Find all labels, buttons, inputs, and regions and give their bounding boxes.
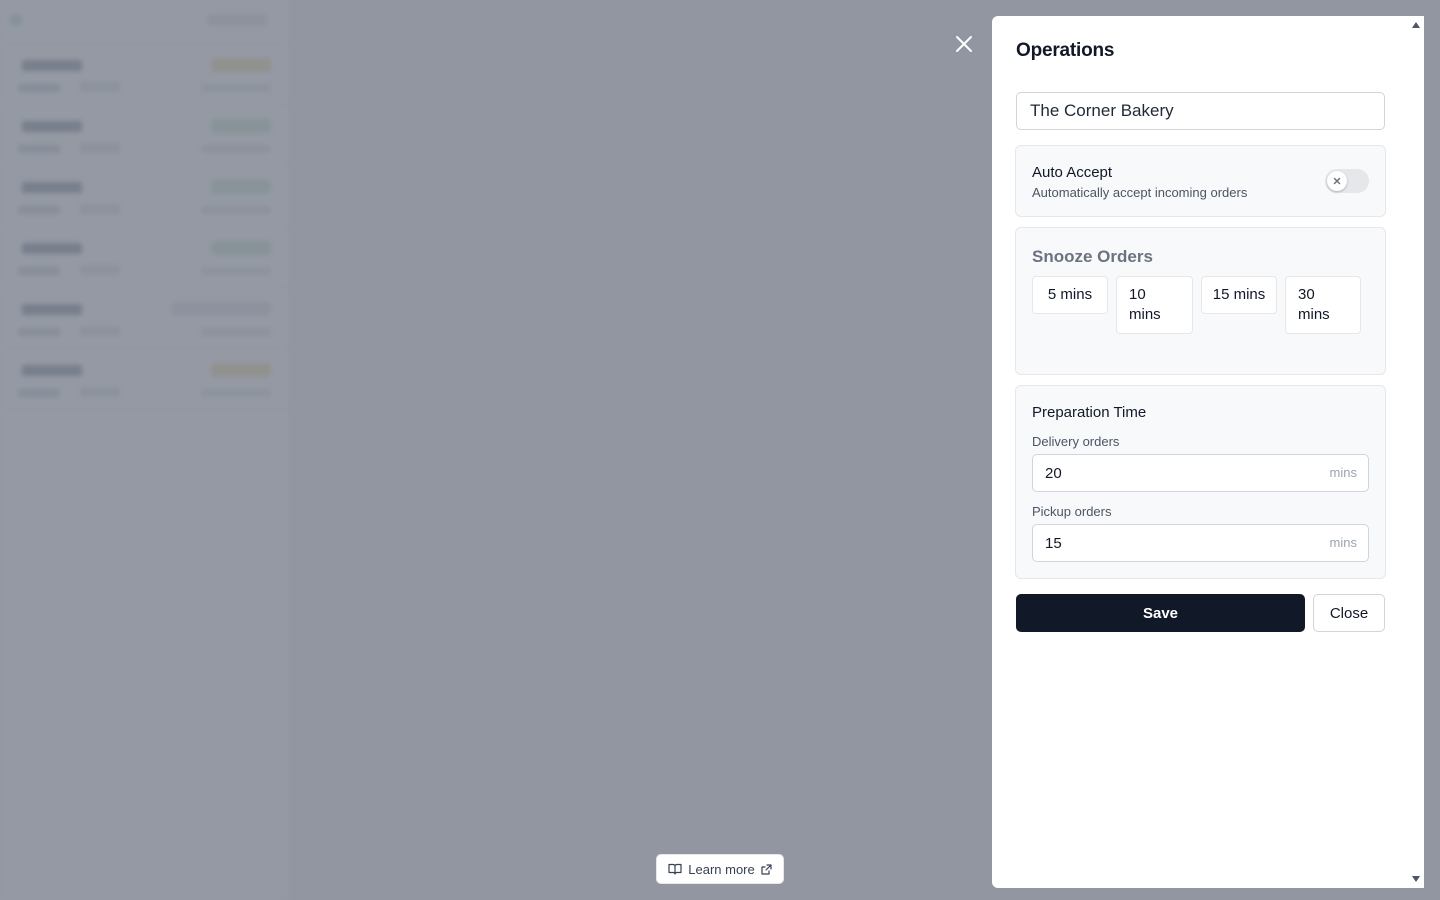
snooze-orders-title: Snooze Orders — [1032, 247, 1153, 266]
close-icon — [956, 36, 972, 52]
external-link-icon — [761, 863, 772, 875]
snooze-5-mins-button[interactable]: 5 mins — [1032, 276, 1108, 314]
auto-accept-subtitle: Automatically accept incoming orders — [1032, 185, 1248, 200]
snooze-orders-card: Snooze Orders 5 mins 10 mins 15 mins 30 … — [1015, 227, 1386, 375]
pickup-orders-field: mins — [1032, 524, 1369, 562]
toggle-knob — [1327, 171, 1347, 191]
pickup-orders-input[interactable] — [1033, 525, 1313, 561]
snooze-15-mins-button[interactable]: 15 mins — [1201, 276, 1277, 314]
snooze-30-mins-button[interactable]: 30 mins — [1285, 276, 1361, 334]
delivery-unit-label: mins — [1329, 465, 1357, 480]
scroll-down-arrow[interactable] — [1412, 876, 1420, 882]
scroll-up-arrow[interactable] — [1412, 22, 1420, 28]
book-open-icon — [668, 863, 682, 875]
save-button[interactable]: Save — [1016, 594, 1305, 632]
auto-accept-title: Auto Accept — [1032, 164, 1113, 181]
learn-more-button[interactable]: Learn more — [656, 854, 784, 884]
snooze-10-mins-button[interactable]: 10 mins — [1116, 276, 1193, 334]
store-name-input[interactable] — [1016, 92, 1385, 130]
drawer-title: Operations — [1016, 40, 1115, 61]
auto-accept-card: Auto Accept Automatically accept incomin… — [1015, 145, 1386, 217]
delivery-orders-field: mins — [1032, 454, 1369, 492]
preparation-time-card: Preparation Time Delivery orders mins Pi… — [1015, 385, 1386, 579]
close-button[interactable]: Close — [1313, 594, 1385, 632]
learn-more-label: Learn more — [688, 861, 755, 877]
delivery-orders-input[interactable] — [1033, 455, 1313, 491]
pickup-unit-label: mins — [1329, 535, 1357, 550]
pickup-orders-label: Pickup orders — [1032, 504, 1112, 519]
operations-drawer: Operations Auto Accept Automatically acc… — [992, 16, 1424, 888]
delivery-orders-label: Delivery orders — [1032, 434, 1120, 449]
overlay-close-button[interactable] — [950, 30, 978, 58]
preparation-time-title: Preparation Time — [1032, 404, 1147, 421]
auto-accept-toggle[interactable] — [1325, 169, 1369, 193]
x-icon — [1333, 177, 1341, 185]
